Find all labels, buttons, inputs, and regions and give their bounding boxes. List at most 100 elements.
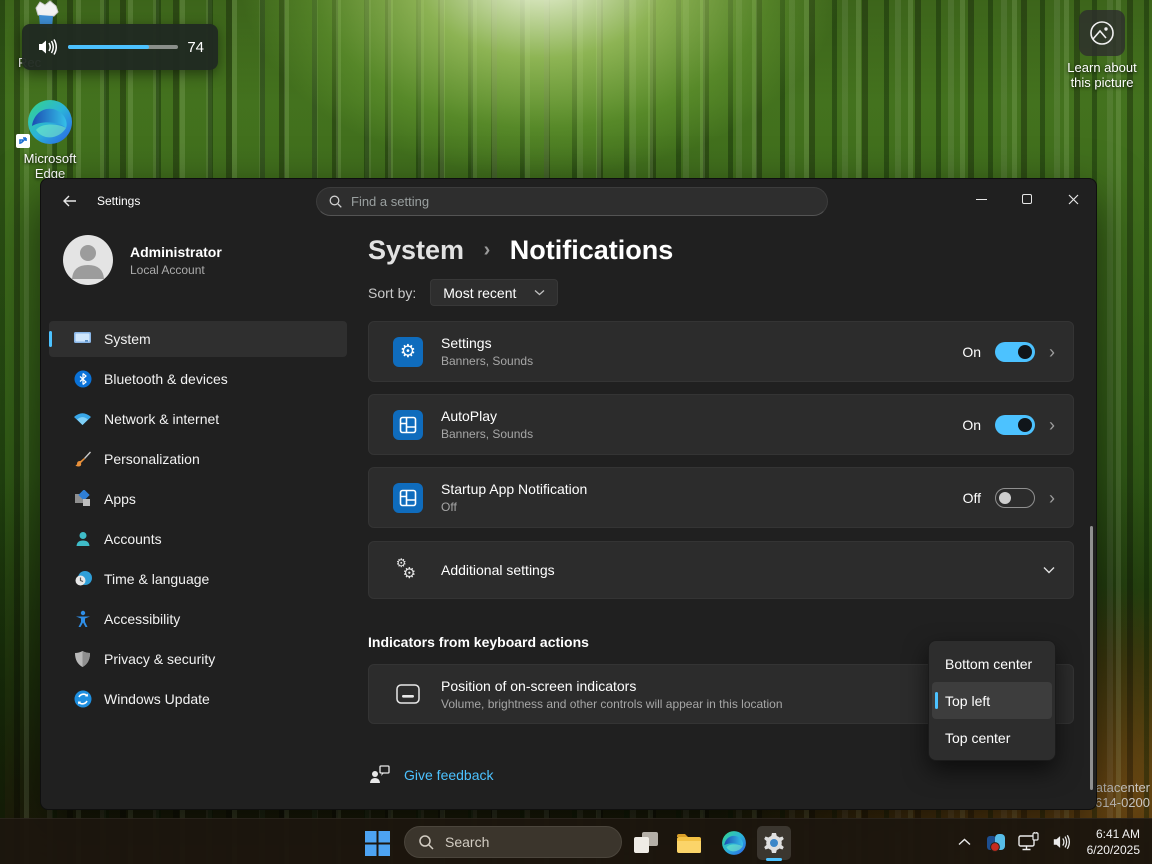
give-feedback-link[interactable]: Give feedback [369, 765, 494, 784]
windows-logo-icon [365, 831, 390, 856]
osd-position-icon [393, 684, 423, 704]
settings-app-icon: ⚙ [393, 337, 423, 367]
apps-icon [73, 490, 92, 509]
folder-icon [676, 832, 702, 854]
chevron-right-icon: › [1049, 343, 1055, 361]
sidebar-item-accessibility[interactable]: Accessibility [49, 601, 347, 637]
tray-network-icon[interactable] [1013, 832, 1045, 852]
search-icon [329, 195, 342, 208]
search-placeholder: Find a setting [351, 194, 429, 209]
sidebar-item-bluetooth-devices[interactable]: Bluetooth & devices [49, 361, 347, 397]
user-name: Administrator [130, 244, 222, 260]
sidebar-item-windows-update[interactable]: Windows Update [49, 681, 347, 717]
breadcrumb: System › Notifications [368, 235, 673, 266]
toggle-state-label: On [962, 417, 981, 433]
file-explorer-button[interactable] [674, 828, 704, 858]
speaker-icon [36, 37, 58, 57]
window-title: Settings [97, 194, 140, 208]
sidebar-item-accounts[interactable]: Accounts [49, 521, 347, 557]
active-app-indicator [766, 858, 782, 861]
section-header: Indicators from keyboard actions [368, 634, 589, 650]
close-button[interactable] [1050, 179, 1096, 219]
notification-row-startup[interactable]: Startup App NotificationOff Off › [368, 467, 1074, 528]
edge-icon [721, 830, 747, 856]
clock-globe-icon [73, 570, 92, 589]
edge-taskbar-button[interactable] [719, 828, 749, 858]
notification-row-autoplay[interactable]: AutoPlayBanners, Sounds On › [368, 394, 1074, 455]
additional-settings-expander[interactable]: ⚙⚙ Additional settings [368, 541, 1074, 599]
volume-value: 74 [187, 39, 204, 56]
start-button[interactable] [362, 828, 392, 858]
taskbar: Search 6:41 AM 6/20/2025 [0, 818, 1152, 864]
gears-icon: ⚙⚙ [393, 561, 423, 579]
sidebar-item-personalization[interactable]: Personalization [49, 441, 347, 477]
learn-about-picture-shortcut[interactable]: Learn about this picture [1056, 10, 1148, 90]
avatar [63, 235, 113, 285]
breadcrumb-system[interactable]: System [368, 235, 464, 265]
option-bottom-center[interactable]: Bottom center [932, 645, 1052, 682]
volume-osd: 74 [22, 24, 218, 70]
feedback-icon [369, 765, 390, 784]
startup-app-icon [393, 483, 423, 513]
breadcrumb-separator: › [484, 239, 491, 261]
sidebar-item-apps[interactable]: Apps [49, 481, 347, 517]
update-icon [73, 690, 92, 709]
bluetooth-icon [73, 370, 92, 389]
notification-row-settings[interactable]: ⚙ SettingsBanners, Sounds On › [368, 321, 1074, 382]
edge-icon [26, 98, 74, 146]
sidebar-item-time-language[interactable]: Time & language [49, 561, 347, 597]
clock[interactable]: 6:41 AM 6/20/2025 [1087, 826, 1140, 858]
chevron-right-icon: › [1049, 489, 1055, 507]
brush-icon [73, 450, 92, 469]
toggle-state-label: Off [963, 490, 981, 506]
sidebar-item-network-internet[interactable]: Network & internet [49, 401, 347, 437]
minimize-button[interactable] [958, 179, 1004, 219]
tray-date: 6/20/2025 [1087, 842, 1140, 858]
sort-dropdown[interactable]: Most recent [430, 279, 558, 306]
search-icon [419, 835, 434, 850]
wifi-icon [73, 410, 92, 429]
settings-search-input[interactable]: Find a setting [316, 187, 828, 216]
autoplay-app-icon [393, 410, 423, 440]
tray-volume-icon[interactable] [1045, 833, 1077, 851]
startup-notifications-toggle[interactable] [995, 488, 1035, 508]
sidebar-nav: System Bluetooth & devices Network & int… [49, 321, 347, 721]
taskbar-search-placeholder: Search [445, 834, 489, 850]
maximize-button[interactable] [1004, 179, 1050, 219]
tray-alert-icon[interactable] [979, 830, 1013, 854]
shield-icon [73, 650, 92, 669]
accounts-icon [73, 530, 92, 549]
edition-watermark: atacenter 0614-0200 [1088, 780, 1150, 810]
option-top-center[interactable]: Top center [932, 719, 1052, 756]
shortcut-arrow-icon [16, 134, 30, 148]
sidebar-item-system[interactable]: System [49, 321, 347, 357]
task-view-button[interactable] [631, 828, 661, 858]
edge-label: Microsoft Edge [12, 151, 88, 181]
account-type: Local Account [130, 263, 222, 277]
page-title: Notifications [510, 235, 674, 265]
tray-chevron-up[interactable] [951, 838, 979, 846]
learn-about-picture-label: Learn about this picture [1056, 60, 1148, 90]
system-icon [73, 330, 92, 349]
settings-taskbar-button[interactable] [757, 826, 791, 860]
chevron-right-icon: › [1049, 416, 1055, 434]
chevron-down-icon [534, 289, 545, 296]
task-view-icon [634, 832, 659, 854]
volume-slider[interactable] [68, 45, 178, 49]
option-top-left[interactable]: Top left [932, 682, 1052, 719]
chevron-down-icon [1043, 566, 1055, 574]
sidebar-item-privacy-security[interactable]: Privacy & security [49, 641, 347, 677]
scrollbar[interactable] [1090, 526, 1093, 790]
edge-desktop-shortcut[interactable]: Microsoft Edge [12, 98, 88, 181]
taskbar-search-input[interactable]: Search [404, 826, 622, 858]
sort-by-label: Sort by: [368, 285, 416, 301]
autoplay-notifications-toggle[interactable] [995, 415, 1035, 435]
user-account-card[interactable]: Administrator Local Account [63, 235, 222, 285]
picture-icon [1079, 10, 1125, 56]
back-button[interactable] [53, 187, 85, 215]
toggle-state-label: On [962, 344, 981, 360]
position-dropdown-flyout: Bottom center Top left Top center [928, 640, 1056, 761]
settings-notifications-toggle[interactable] [995, 342, 1035, 362]
accessibility-icon [73, 610, 92, 629]
tray-time: 6:41 AM [1087, 826, 1140, 842]
